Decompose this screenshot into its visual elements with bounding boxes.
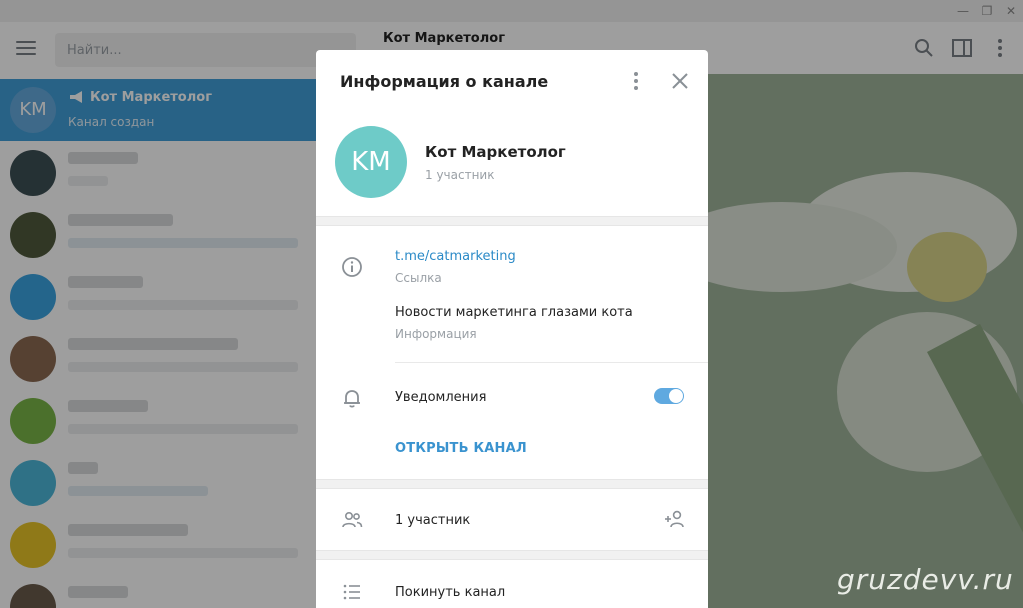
channel-avatar[interactable]: KM bbox=[335, 126, 407, 198]
bell-icon bbox=[344, 390, 360, 408]
description-label: Информация bbox=[395, 327, 477, 341]
members-row-label[interactable]: 1 участник bbox=[395, 513, 470, 528]
group-icon bbox=[342, 512, 363, 528]
notifications-toggle[interactable] bbox=[654, 388, 684, 404]
section-divider bbox=[316, 479, 708, 489]
leave-channel-button[interactable]: Покинуть канал bbox=[395, 585, 505, 600]
channel-description: Новости маркетинга глазами кота bbox=[395, 305, 633, 320]
channel-info-modal: Информация о канале KM Кот Маркетолог 1 … bbox=[316, 50, 708, 608]
link-label: Ссылка bbox=[395, 271, 442, 285]
channel-members-count: 1 участник bbox=[425, 168, 495, 182]
notifications-label: Уведомления bbox=[395, 390, 487, 405]
info-icon bbox=[342, 257, 362, 277]
section-divider bbox=[316, 550, 708, 560]
open-channel-button[interactable]: ОТКРЫТЬ КАНАЛ bbox=[395, 441, 527, 456]
section-divider bbox=[316, 216, 708, 226]
modal-title: Информация о канале bbox=[340, 72, 549, 91]
channel-name: Кот Маркетолог bbox=[425, 143, 566, 161]
add-user-icon[interactable] bbox=[663, 507, 687, 531]
watermark-text: gruzdevv.ru bbox=[837, 563, 1014, 596]
close-icon[interactable] bbox=[669, 70, 691, 92]
list-icon bbox=[343, 584, 360, 600]
more-vertical-icon[interactable] bbox=[626, 70, 646, 92]
channel-link[interactable]: t.me/catmarketing bbox=[395, 249, 516, 264]
divider bbox=[395, 362, 708, 363]
